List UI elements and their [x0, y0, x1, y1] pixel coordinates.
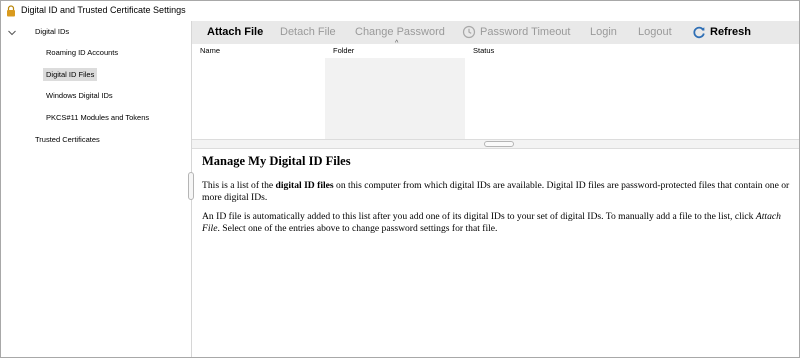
- p2-text-start: An ID file is automatically added to thi…: [202, 211, 756, 222]
- clock-icon: [462, 25, 476, 39]
- splitter-grip-handle[interactable]: [484, 141, 514, 147]
- toolbar: Attach File Detach File Change Password …: [192, 21, 799, 45]
- description-paragraph-2: An ID file is automatically added to thi…: [202, 211, 792, 235]
- sidebar-tree: Digital IDs Roaming ID Accounts Digital …: [1, 21, 192, 357]
- p1-bold-term: digital ID files: [275, 180, 334, 191]
- p2-text-end: . Select one of the entries above to cha…: [217, 223, 498, 234]
- attach-file-button[interactable]: Attach File: [207, 26, 263, 38]
- tree-item-roaming-id-accounts[interactable]: Roaming ID Accounts: [43, 46, 121, 59]
- digital-id-files-table: Name Folder ^ Status: [192, 40, 799, 139]
- settings-window: Digital ID and Trusted Certificate Setti…: [0, 0, 800, 358]
- tree-item-trusted-certificates[interactable]: Trusted Certificates: [32, 133, 103, 146]
- sidebar-resize-handle[interactable]: [188, 172, 194, 200]
- tree-item-windows-digital-ids[interactable]: Windows Digital IDs: [43, 89, 116, 102]
- logout-button[interactable]: Logout: [638, 26, 672, 38]
- section-heading: Manage My Digital ID Files: [202, 154, 351, 168]
- chevron-down-icon[interactable]: [7, 29, 17, 37]
- tree-item-pkcs11-modules[interactable]: PKCS#11 Modules and Tokens: [43, 111, 152, 124]
- column-body-name: [192, 58, 325, 139]
- help-content: Manage My Digital ID Files This is a lis…: [202, 154, 792, 242]
- login-button[interactable]: Login: [590, 26, 617, 38]
- p1-text-start: This is a list of the: [202, 180, 276, 191]
- refresh-button[interactable]: Refresh: [710, 26, 751, 38]
- tree-item-digital-ids[interactable]: Digital IDs: [32, 25, 72, 38]
- password-timeout-button[interactable]: Password Timeout: [480, 26, 570, 38]
- column-body-status: [465, 58, 599, 139]
- description-paragraph-1: This is a list of the digital ID files o…: [202, 180, 792, 204]
- horizontal-splitter[interactable]: [192, 139, 799, 149]
- change-password-button[interactable]: Change Password: [355, 26, 445, 38]
- detach-file-button[interactable]: Detach File: [280, 26, 336, 38]
- column-body-folder: [325, 58, 465, 139]
- column-header-name[interactable]: Name: [192, 44, 325, 58]
- lock-icon: [7, 5, 15, 17]
- tree-item-digital-id-files[interactable]: Digital ID Files: [43, 68, 98, 81]
- refresh-icon[interactable]: [692, 25, 706, 39]
- window-title: Digital ID and Trusted Certificate Setti…: [21, 5, 186, 15]
- sort-ascending-icon: ^: [395, 40, 399, 47]
- title-bar: Digital ID and Trusted Certificate Setti…: [1, 1, 799, 21]
- column-header-status[interactable]: Status: [465, 44, 599, 58]
